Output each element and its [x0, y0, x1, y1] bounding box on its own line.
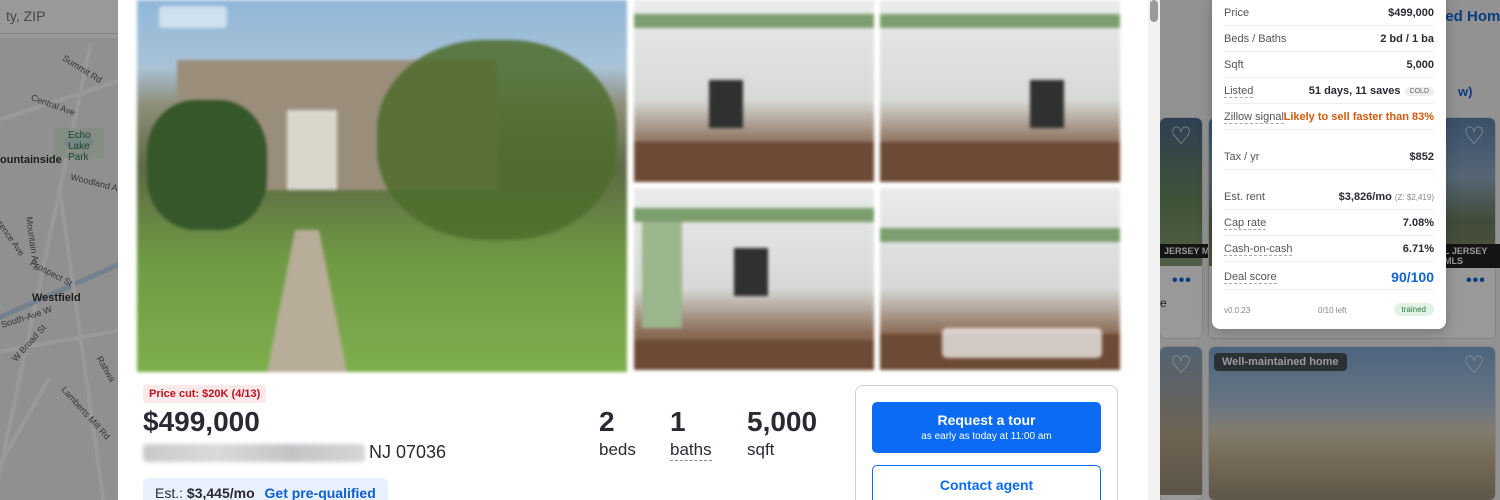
baths-label[interactable]: baths	[670, 440, 712, 461]
request-tour-label: Request a tour	[937, 412, 1036, 428]
usage-remaining: 0/10 left	[1318, 306, 1347, 315]
row-value: $852	[1409, 151, 1434, 163]
row-value: 7.08%	[1402, 217, 1434, 229]
modal-scrollbar[interactable]	[1148, 0, 1160, 500]
row-label: Beds / Baths	[1224, 33, 1287, 45]
request-tour-subtitle: as early as today at 11:00 am	[921, 431, 1052, 442]
photo-gallery[interactable]	[137, 0, 1127, 372]
row-value: 5,000	[1406, 59, 1434, 71]
request-tour-button[interactable]: Request a tour as early as today at 11:0…	[872, 402, 1101, 453]
row-value: 2 bd / 1 ba	[1380, 33, 1434, 45]
photo-tag	[159, 6, 227, 28]
see-all-photos-button[interactable]	[942, 328, 1102, 358]
sqft-stat: 5,000 sqft	[747, 406, 817, 460]
model-status-badge: trained	[1393, 303, 1434, 316]
address-redacted	[143, 444, 365, 462]
contact-agent-button[interactable]: Contact agent	[872, 465, 1101, 500]
row-value: $3,826/mo (Z: $2,419)	[1338, 191, 1434, 203]
baths-count: 1	[670, 406, 686, 437]
estimated-payment[interactable]: Est.: $3,445/mo Get pre-qualified	[143, 478, 388, 500]
row-label[interactable]: Cash-on-cash	[1224, 243, 1293, 256]
panel-row-cash-on-cash: Cash-on-cash 6.71%	[1224, 236, 1434, 262]
sqft-label: sqft	[747, 440, 775, 459]
row-value: $499,000	[1388, 7, 1434, 19]
version-label: v0.0.23	[1224, 306, 1251, 315]
est-label: Est.:	[155, 485, 184, 500]
row-label: Price	[1224, 7, 1250, 19]
panel-row-deal-score: Deal score 90/100	[1224, 264, 1434, 290]
row-value: 51 days, 11 saves COLD	[1309, 85, 1434, 97]
panel-row-est-rent: Est. rent $3,826/mo (Z: $2,419)	[1224, 184, 1434, 210]
row-value: 6.71%	[1402, 243, 1434, 255]
listing-price: $499,000	[143, 406, 260, 437]
zillow-rent-estimate: (Z: $2,419)	[1394, 193, 1434, 202]
main-photo[interactable]	[137, 0, 627, 372]
row-label[interactable]: Zillow signal	[1224, 111, 1284, 124]
sqft-count: 5,000	[747, 406, 818, 437]
scrollbar-thumb[interactable]	[1150, 0, 1158, 22]
deal-analysis-panel: Price $499,000 Beds / Baths 2 bd / 1 ba …	[1212, 0, 1446, 329]
gallery-thumbnail[interactable]	[634, 0, 874, 182]
cold-badge: COLD	[1404, 87, 1434, 96]
gallery-thumbnail[interactable]	[634, 188, 874, 370]
deal-score-value: 90/100	[1391, 269, 1434, 285]
price-cut-badge: Price cut: $20K (4/13)	[143, 385, 267, 403]
row-label: Tax / yr	[1224, 151, 1260, 163]
baths-stat[interactable]: 1 baths	[670, 406, 712, 461]
est-payment-value: $3,445/mo	[186, 485, 255, 500]
panel-row-listed: Listed 51 days, 11 saves COLD	[1224, 78, 1434, 104]
row-label[interactable]: Cap rate	[1224, 217, 1267, 230]
beds-label: beds	[599, 440, 636, 459]
panel-footer: v0.0.23 0/10 left trained	[1224, 302, 1434, 322]
row-value: Likely to sell faster than 83%	[1283, 111, 1434, 123]
row-label[interactable]: Deal score	[1224, 271, 1277, 284]
gallery-thumbnail[interactable]	[880, 0, 1120, 182]
panel-row-tax: Tax / yr $852	[1224, 144, 1434, 170]
panel-row-zillow-signal: Zillow signal Likely to sell faster than…	[1224, 104, 1434, 130]
gallery-thumbnail[interactable]	[880, 188, 1120, 370]
panel-row-cap-rate: Cap rate 7.08%	[1224, 210, 1434, 236]
beds-count: 2	[599, 406, 615, 437]
row-label: Est. rent	[1224, 191, 1265, 203]
panel-row-price: Price $499,000	[1224, 0, 1434, 26]
panel-row-beds-baths: Beds / Baths 2 bd / 1 ba	[1224, 26, 1434, 52]
panel-row-sqft: Sqft 5,000	[1224, 52, 1434, 78]
row-label[interactable]: Listed	[1224, 85, 1254, 98]
get-prequalified-link[interactable]: Get pre-qualified	[265, 485, 376, 500]
beds-stat: 2 beds	[599, 406, 636, 460]
address-zip: NJ 07036	[369, 442, 447, 462]
row-label: Sqft	[1224, 59, 1244, 71]
